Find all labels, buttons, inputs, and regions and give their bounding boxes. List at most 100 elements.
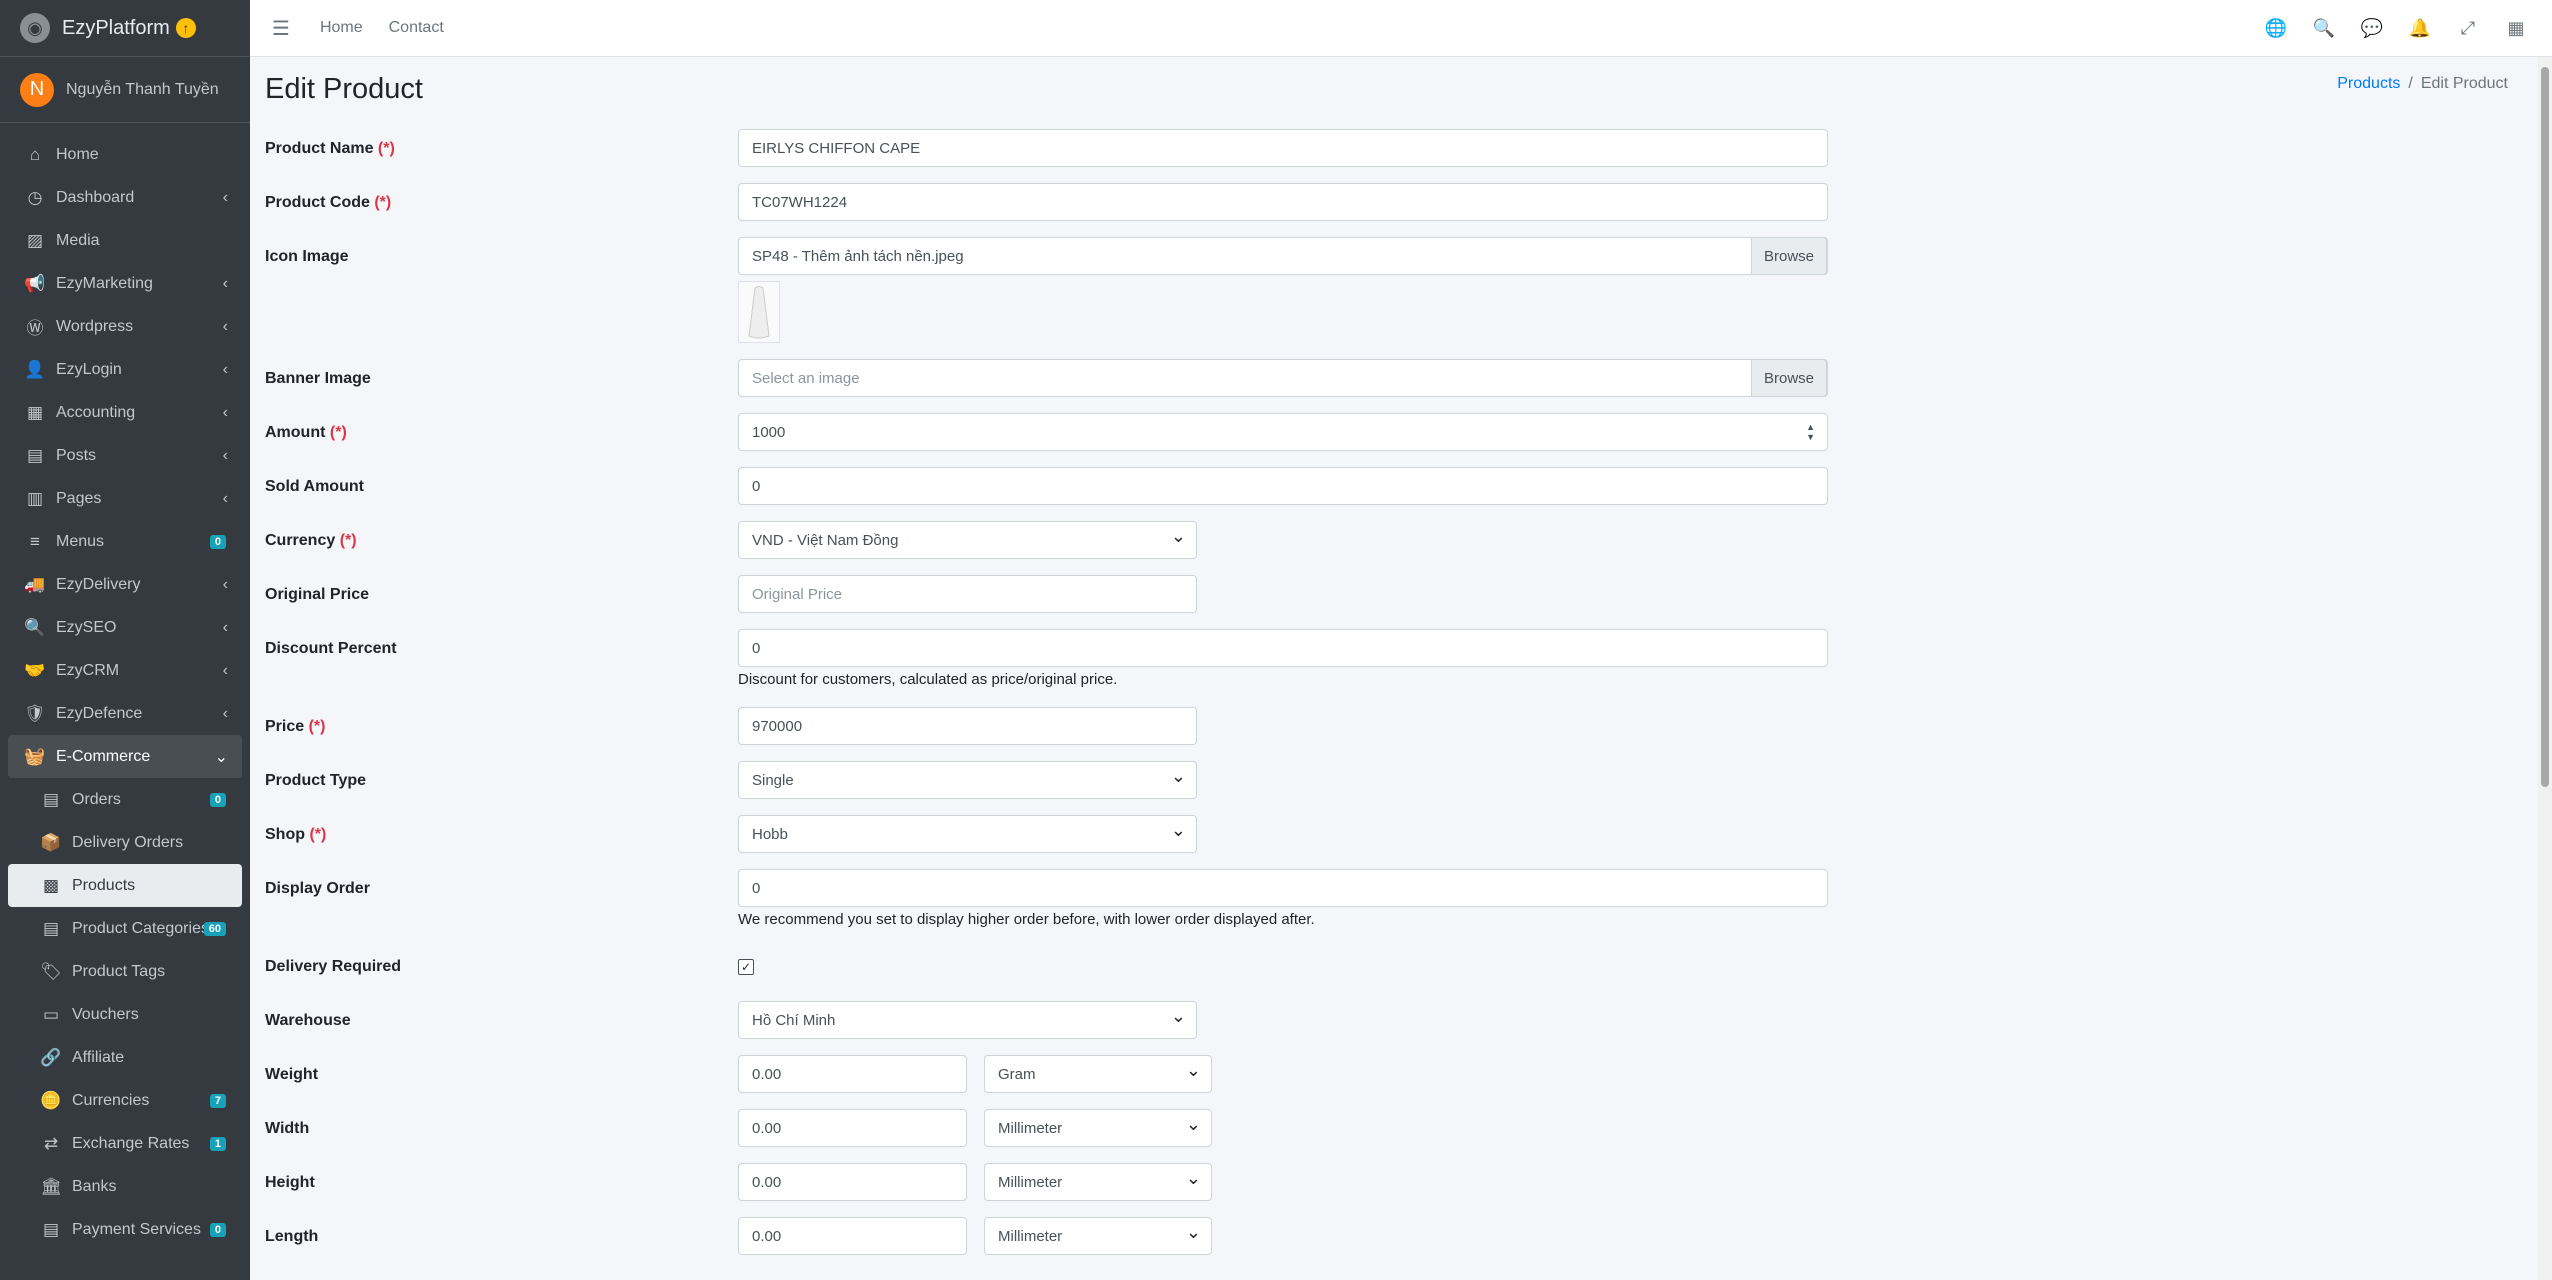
sidebar: ◉ EzyPlatform ↑ N Nguyễn Thanh Tuyền ⌂ Ho… bbox=[0, 0, 250, 1280]
chevron-left-icon: ‹ bbox=[222, 661, 228, 679]
brand[interactable]: ◉ EzyPlatform ↑ bbox=[0, 0, 250, 57]
chevron-left-icon: ‹ bbox=[222, 575, 228, 593]
shop-label: Shop (*) bbox=[265, 826, 327, 843]
link-icon: 🔗 bbox=[40, 1047, 62, 1067]
sidebar-item-home[interactable]: ⌂ Home bbox=[8, 133, 242, 176]
scrollbar-thumb[interactable] bbox=[2541, 67, 2549, 787]
breadcrumb-products-link[interactable]: Products bbox=[2337, 75, 2400, 92]
user-name[interactable]: Nguyễn Thanh Tuyền bbox=[66, 81, 219, 99]
sidebar-item-label: Payment Services bbox=[72, 1220, 201, 1238]
sidebar-item-label: Affiliate bbox=[72, 1048, 125, 1066]
sidebar-item-ezymarketing[interactable]: 📢 EzyMarketing ‹ bbox=[8, 262, 242, 305]
banner-image-input[interactable]: Select an image Browse bbox=[738, 359, 1828, 397]
chevron-left-icon: ‹ bbox=[222, 274, 228, 292]
sidebar-item-media[interactable]: ▨ Media bbox=[8, 219, 242, 262]
shop-select[interactable]: Hobb bbox=[738, 815, 1197, 853]
icon-image-thumbnail bbox=[738, 281, 780, 343]
sidebar-item-label: Product Tags bbox=[72, 962, 166, 980]
sidebar-item-ezydefence[interactable]: 🛡 EzyDefence ‹ bbox=[8, 692, 242, 735]
original-price-label: Original Price bbox=[265, 586, 370, 603]
currency-label: Currency (*) bbox=[265, 532, 357, 549]
warehouse-select[interactable]: Hồ Chí Minh bbox=[738, 1001, 1197, 1039]
upgrade-icon[interactable]: ↑ bbox=[175, 18, 196, 38]
icon-image-browse-button[interactable]: Browse bbox=[1751, 237, 1827, 275]
sidebar-item-menus[interactable]: ≡ Menus 0 bbox=[8, 520, 242, 563]
weight-input[interactable]: 0.00 bbox=[738, 1055, 967, 1093]
discount-percent-label: Discount Percent bbox=[265, 640, 397, 657]
sidebar-item-ezylogin[interactable]: 👤 EzyLogin ‹ bbox=[8, 348, 242, 391]
banner-image-browse-button[interactable]: Browse bbox=[1751, 359, 1827, 397]
weight-unit-select[interactable]: Gram bbox=[984, 1055, 1212, 1093]
sidebar-item-ezycrm[interactable]: 🤝 EzyCRM ‹ bbox=[8, 649, 242, 692]
sidebar-item-posts[interactable]: ▤ Posts ‹ bbox=[8, 434, 242, 477]
sidebar-item-wordpress[interactable]: Ⓦ Wordpress ‹ bbox=[8, 305, 242, 348]
sidebar-item-products[interactable]: ▩ Products bbox=[8, 864, 242, 907]
sidebar-item-currencies[interactable]: 🪙 Currencies 7 bbox=[8, 1079, 242, 1122]
sidebar-item-accounting[interactable]: ▦ Accounting ‹ bbox=[8, 391, 242, 434]
sidebar-item-banks[interactable]: 🏛 Banks bbox=[8, 1165, 242, 1208]
comments-icon[interactable]: 💬 bbox=[2348, 18, 2396, 39]
tags-icon: 🏷 bbox=[40, 961, 62, 981]
sidebar-item-label: EzyDefence bbox=[56, 704, 143, 722]
chevron-left-icon: ‹ bbox=[222, 360, 228, 378]
fullscreen-icon[interactable]: ⤢ bbox=[2444, 18, 2492, 39]
hamburger-menu-icon[interactable]: ☰ bbox=[272, 16, 290, 41]
search-icon: 🔍 bbox=[24, 617, 46, 637]
sidebar-item-orders[interactable]: ▤ Orders 0 bbox=[8, 778, 242, 821]
sidebar-item-label: Orders bbox=[72, 790, 121, 808]
height-unit-select[interactable]: Millimeter bbox=[984, 1163, 1212, 1201]
product-code-label: Product Code (*) bbox=[265, 194, 392, 211]
width-unit-select[interactable]: Millimeter bbox=[984, 1109, 1212, 1147]
sidebar-item-label: Currencies bbox=[72, 1091, 150, 1109]
sidebar-item-exchange-rates[interactable]: ⇄ Exchange Rates 1 bbox=[8, 1122, 242, 1165]
original-price-input[interactable]: Original Price bbox=[738, 575, 1197, 613]
search-icon[interactable]: 🔍 bbox=[2300, 18, 2348, 39]
header-link-contact[interactable]: Contact bbox=[389, 19, 444, 37]
sidebar-item-affiliate[interactable]: 🔗 Affiliate bbox=[8, 1036, 242, 1079]
display-order-input[interactable]: 0 bbox=[738, 869, 1828, 907]
icon-image-input[interactable]: SP48 - Thêm ảnh tách nền.jpeg Browse bbox=[738, 237, 1828, 275]
sidebar-item-payment-services[interactable]: ▤ Payment Services 0 bbox=[8, 1208, 242, 1251]
delivery-required-checkbox[interactable]: ✓ bbox=[738, 959, 754, 975]
chevron-left-icon: ‹ bbox=[222, 489, 228, 507]
width-input[interactable]: 0.00 bbox=[738, 1109, 967, 1147]
sidebar-item-e-commerce[interactable]: 🧺 E-Commerce ⌄ bbox=[8, 735, 242, 778]
price-input[interactable]: 970000 bbox=[738, 707, 1197, 745]
number-spinner-icon[interactable]: ▲ ▼ bbox=[1806, 422, 1815, 442]
sidebar-item-label: Menus bbox=[56, 532, 105, 550]
sidebar-item-dashboard[interactable]: ◷ Dashboard ‹ bbox=[8, 176, 242, 219]
amount-input[interactable]: 1000 ▲ ▼ bbox=[738, 413, 1828, 451]
sidebar-item-product-tags[interactable]: 🏷 Product Tags bbox=[8, 950, 242, 993]
length-unit-select[interactable]: Millimeter bbox=[984, 1217, 1212, 1255]
product-type-select[interactable]: Single bbox=[738, 761, 1197, 799]
header-link-home[interactable]: Home bbox=[320, 19, 363, 37]
globe-icon[interactable]: 🌐 bbox=[2252, 18, 2300, 39]
height-input[interactable]: 0.00 bbox=[738, 1163, 967, 1201]
count-badge: 0 bbox=[209, 792, 226, 807]
user-panel[interactable]: N Nguyễn Thanh Tuyền bbox=[0, 57, 250, 123]
sidebar-item-delivery-orders[interactable]: 📦 Delivery Orders bbox=[8, 821, 242, 864]
sidebar-item-ezyseo[interactable]: 🔍 EzySEO ‹ bbox=[8, 606, 242, 649]
bank-icon: 🏛 bbox=[40, 1176, 62, 1196]
discount-percent-input[interactable]: 0 bbox=[738, 629, 1828, 667]
sidebar-item-vouchers[interactable]: ▭ Vouchers bbox=[8, 993, 242, 1036]
currency-select[interactable]: VND - Việt Nam Đồng bbox=[738, 521, 1197, 559]
sidebar-item-product-categories[interactable]: ▤ Product Categories 60 bbox=[8, 907, 242, 950]
count-badge: 0 bbox=[209, 534, 226, 549]
home-icon: ⌂ bbox=[29, 144, 41, 164]
dolly-icon: 📦 bbox=[40, 832, 62, 852]
product-name-input[interactable]: EIRLYS CHIFFON CAPE bbox=[738, 129, 1828, 167]
sidebar-item-label: Pages bbox=[56, 489, 102, 507]
sidebar-item-pages[interactable]: ▥ Pages ‹ bbox=[8, 477, 242, 520]
boxes-icon: ▩ bbox=[42, 875, 60, 895]
sidebar-item-ezydelivery[interactable]: 🚚 EzyDelivery ‹ bbox=[8, 563, 242, 606]
length-input[interactable]: 0.00 bbox=[738, 1217, 967, 1255]
sidebar-item-label: EzyDelivery bbox=[56, 575, 141, 593]
sidebar-item-label: Delivery Orders bbox=[72, 833, 184, 851]
bell-icon[interactable]: 🔔 bbox=[2396, 18, 2444, 39]
apps-grid-icon[interactable]: ▦ bbox=[2492, 18, 2540, 39]
truck-icon: 🚚 bbox=[24, 574, 46, 594]
sold-amount-input[interactable]: 0 bbox=[738, 467, 1828, 505]
page-scrollbar[interactable] bbox=[2538, 57, 2552, 1280]
product-code-input[interactable]: TC07WH1224 bbox=[738, 183, 1828, 221]
